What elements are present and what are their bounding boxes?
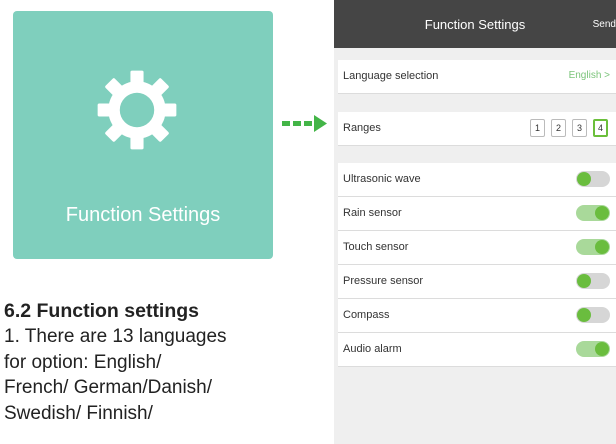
range-option-2[interactable]: 2 (551, 119, 566, 137)
compass-toggle[interactable] (576, 307, 610, 323)
phone-screen: Function Settings Send Language selectio… (334, 0, 616, 444)
manual-text: 6.2 Function settings 1. There are 13 la… (4, 298, 322, 426)
ranges-selector: 1 2 3 4 (530, 119, 608, 137)
range-option-4[interactable]: 4 (593, 119, 608, 137)
toggle-knob (577, 274, 591, 288)
toggle-knob (595, 206, 609, 220)
row-label: Touch sensor (343, 241, 409, 253)
section-heading: 6.2 Function settings (4, 300, 200, 322)
row-label: Ranges (343, 122, 381, 134)
toggle-row: Rain sensor (338, 197, 616, 231)
touch-sensor-toggle[interactable] (576, 239, 610, 255)
ranges-row: Ranges 1 2 3 4 (338, 112, 616, 146)
toggle-row: Audio alarm (338, 333, 616, 367)
body-line: 1. There are 13 languages (4, 326, 227, 347)
screen-title: Function Settings (424, 17, 526, 32)
body-line: Swedish/ Finnish/ (4, 402, 153, 424)
row-label: Language selection (343, 70, 439, 82)
tile-label: Function Settings (65, 204, 221, 226)
row-label: Rain sensor (343, 207, 402, 219)
audio-alarm-toggle[interactable] (576, 341, 610, 357)
arrow-right-icon (282, 115, 327, 132)
function-settings-tile[interactable]: Function Settings (13, 11, 273, 259)
language-selection-row[interactable]: Language selection English > (338, 60, 616, 94)
range-option-1[interactable]: 1 (530, 119, 545, 137)
body-line: for option: English/ (4, 351, 162, 373)
row-label: Audio alarm (343, 343, 402, 355)
toggle-row: Ultrasonic wave (338, 163, 616, 197)
gear-icon (97, 70, 177, 150)
range-option-3[interactable]: 3 (572, 119, 587, 137)
toggle-knob (595, 240, 609, 254)
row-label: Pressure sensor (343, 275, 424, 287)
row-label: Compass (343, 309, 390, 321)
ultrasonic-wave-toggle[interactable] (576, 171, 610, 187)
send-button[interactable]: Send (593, 19, 616, 30)
body-line: French/ German/Danish/ (4, 377, 213, 398)
toggle-row: Pressure sensor (338, 265, 616, 299)
rain-sensor-toggle[interactable] (576, 205, 610, 221)
language-value[interactable]: English > (569, 70, 610, 81)
toggle-row: Compass (338, 299, 616, 333)
toggle-knob (577, 308, 591, 322)
toggle-row: Touch sensor (338, 231, 616, 265)
nav-bar: Function Settings Send (334, 0, 616, 48)
toggle-knob (595, 342, 609, 356)
toggle-knob (577, 172, 591, 186)
pressure-sensor-toggle[interactable] (576, 273, 610, 289)
row-label: Ultrasonic wave (343, 173, 421, 185)
